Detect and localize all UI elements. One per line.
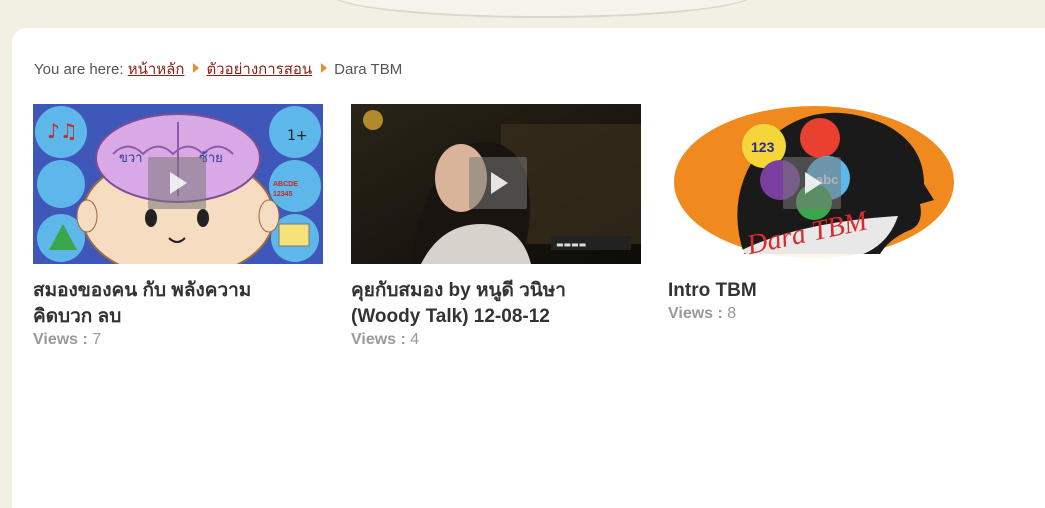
video-thumbnail[interactable]: ▬▬▬▬: [351, 104, 641, 264]
view-count: Views : 7: [33, 331, 102, 348]
thumb-label: 123: [751, 139, 775, 155]
breadcrumb-current: Dara TBM: [334, 61, 403, 78]
breadcrumb-arrow-icon: [193, 63, 200, 73]
thumb-label: ขวา: [119, 151, 143, 166]
view-count: Views : 4: [351, 331, 420, 348]
svg-text:♪♫: ♪♫: [47, 119, 78, 143]
video-title-link[interactable]: สมองของคน กับ พลังความ คิดบวก ลบ: [33, 278, 333, 330]
breadcrumb: You are here: หน้าหลัก ตัวอย่างการสอน Dara…: [34, 57, 402, 81]
breadcrumb-arrow-icon: [321, 63, 328, 73]
svg-text:1+: 1+: [287, 128, 308, 144]
view-count: Views : 8: [668, 305, 737, 322]
header-arc-decoration: [330, 0, 754, 18]
breadcrumb-home-link[interactable]: หน้าหลัก: [128, 61, 185, 78]
video-card[interactable]: ♪♫ 1+ ABCDE 12345 ขวา ซ้าย สมองของคน กับ…: [33, 104, 333, 350]
play-icon[interactable]: [783, 157, 841, 209]
play-icon[interactable]: [148, 157, 206, 209]
video-thumbnail[interactable]: 123 abc Dara TBM: [668, 104, 958, 264]
video-thumbnail[interactable]: ♪♫ 1+ ABCDE 12345 ขวา ซ้าย: [33, 104, 323, 264]
video-title-link[interactable]: Intro TBM: [668, 278, 968, 304]
breadcrumb-prefix: You are here:: [34, 61, 124, 78]
breadcrumb-section-link[interactable]: ตัวอย่างการสอน: [206, 61, 312, 78]
svg-text:▬▬▬▬: ▬▬▬▬: [556, 240, 586, 249]
video-title-link[interactable]: คุยกับสมอง by หนูดี วนิษา (Woody Talk) 1…: [351, 278, 651, 330]
thumb-label: 12345: [273, 191, 293, 198]
video-card[interactable]: 123 abc Dara TBM Intro TBM Views : 8: [668, 104, 968, 324]
video-card[interactable]: ▬▬▬▬ คุยกับสมอง by หนูดี วนิษา (Woody Ta…: [351, 104, 651, 350]
play-icon[interactable]: [469, 157, 527, 209]
thumb-label: ABCDE: [273, 181, 298, 188]
